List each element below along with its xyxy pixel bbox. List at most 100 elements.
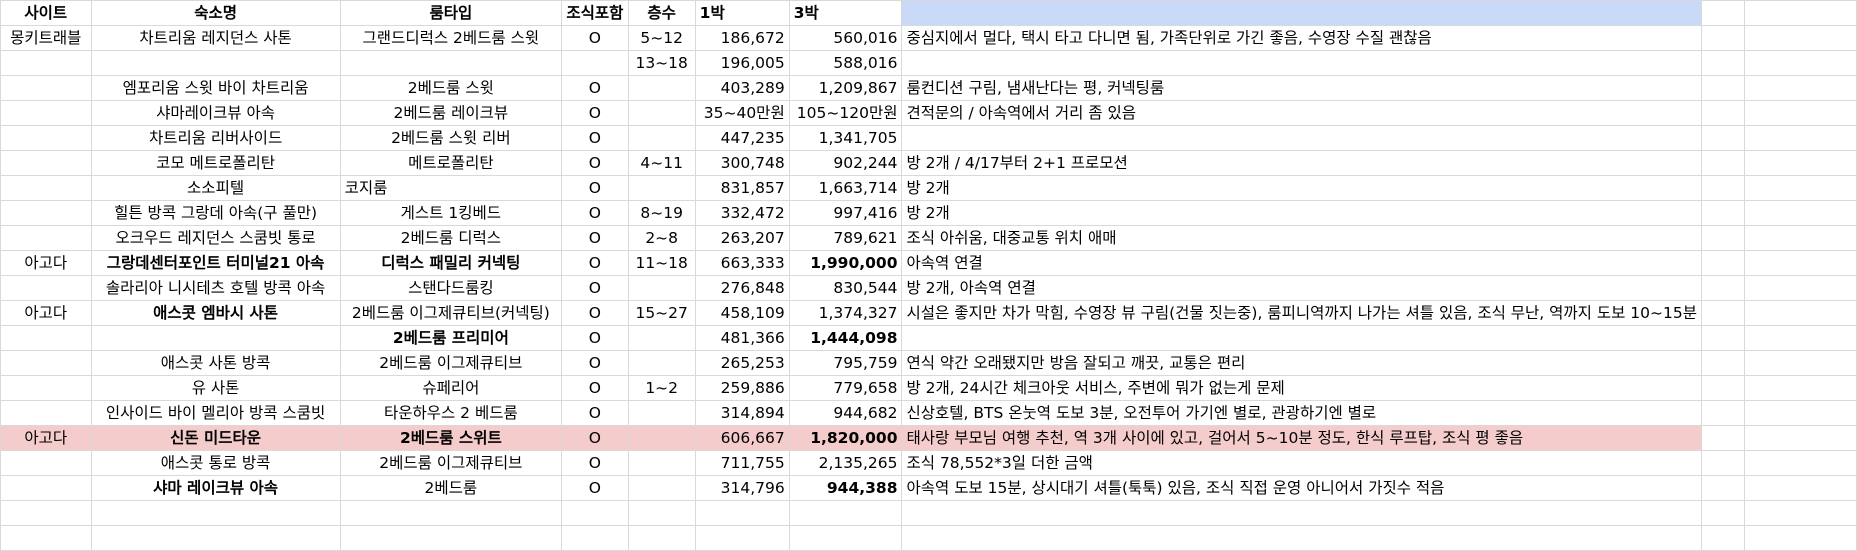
hotel-name-cell[interactable]: 인사이드 바이 멜리아 방콕 스쿰빗 xyxy=(90,400,341,426)
hotel-name-cell[interactable]: 코모 메트로폴리탄 xyxy=(90,150,341,176)
hotel-name-cell[interactable]: 차트리움 레지던스 사톤 xyxy=(90,25,341,51)
empty-cell[interactable] xyxy=(1744,425,1857,451)
note-cell[interactable]: 조식 아쉬움, 대중교통 위치 애매 xyxy=(901,225,1702,251)
room-type-cell[interactable]: 슈페리어 xyxy=(339,375,563,401)
room-type-cell[interactable]: 스탠다드룸킹 xyxy=(339,275,563,301)
empty-cell[interactable] xyxy=(1744,500,1857,526)
empty-cell[interactable] xyxy=(339,500,563,526)
hotel-name-cell[interactable]: 오크우드 레지던스 스쿰빗 통로 xyxy=(90,225,341,251)
price-1night-cell[interactable]: 265,253 xyxy=(694,350,790,376)
empty-cell[interactable] xyxy=(1744,350,1857,376)
floor-cell[interactable] xyxy=(627,125,696,151)
empty-cell[interactable] xyxy=(561,525,629,551)
site-cell[interactable] xyxy=(0,125,92,151)
empty-cell[interactable] xyxy=(1700,325,1746,351)
hotel-name-cell[interactable]: 샤마레이크뷰 아속 xyxy=(90,100,341,126)
empty-cell[interactable] xyxy=(1744,100,1857,126)
price-3night-cell[interactable]: 944,388 xyxy=(788,475,903,501)
price-1night-cell[interactable]: 186,672 xyxy=(694,25,790,51)
empty-cell[interactable] xyxy=(627,525,696,551)
site-cell[interactable] xyxy=(0,75,92,101)
empty-cell[interactable] xyxy=(1744,200,1857,226)
room-type-cell[interactable]: 게스트 1킹베드 xyxy=(339,200,563,226)
site-cell[interactable]: 몽키트래블 xyxy=(0,25,92,51)
price-1night-cell[interactable]: 663,333 xyxy=(694,250,790,276)
floor-cell[interactable] xyxy=(627,350,696,376)
empty-cell[interactable] xyxy=(90,500,341,526)
site-cell[interactable] xyxy=(0,175,92,201)
header-hotel[interactable]: 숙소명 xyxy=(90,0,341,26)
note-cell[interactable] xyxy=(901,125,1702,151)
header-empty-1[interactable] xyxy=(1700,0,1746,26)
note-cell[interactable]: 아속역 도보 15분, 상시대기 셔틀(툭툭) 있음, 조식 직접 운영 아니어… xyxy=(901,475,1702,501)
price-3night-cell[interactable]: 779,658 xyxy=(788,375,903,401)
price-3night-cell[interactable]: 2,135,265 xyxy=(788,450,903,476)
room-type-cell[interactable]: 2베드룸 프리미어 xyxy=(339,325,563,351)
site-cell[interactable]: 아고다 xyxy=(0,300,92,326)
hotel-name-cell[interactable] xyxy=(90,50,341,76)
site-cell[interactable] xyxy=(0,275,92,301)
empty-cell[interactable] xyxy=(1700,175,1746,201)
hotel-name-cell[interactable]: 신돈 미드타운 xyxy=(90,425,341,451)
note-cell[interactable]: 견적문의 / 아속역에서 거리 좀 있음 xyxy=(901,100,1702,126)
price-3night-cell[interactable]: 105~120만원 xyxy=(788,100,903,126)
site-cell[interactable] xyxy=(0,150,92,176)
floor-cell[interactable]: 2~8 xyxy=(627,225,696,251)
price-1night-cell[interactable]: 35~40만원 xyxy=(694,100,790,126)
site-cell[interactable] xyxy=(0,225,92,251)
price-3night-cell[interactable]: 1,990,000 xyxy=(788,250,903,276)
empty-cell[interactable] xyxy=(1744,400,1857,426)
price-1night-cell[interactable]: 403,289 xyxy=(694,75,790,101)
header-breakfast[interactable]: 조식포함 xyxy=(561,0,629,26)
note-cell[interactable]: 방 2개 xyxy=(901,175,1702,201)
header-room[interactable]: 룸타입 xyxy=(339,0,563,26)
price-3night-cell[interactable]: 997,416 xyxy=(788,200,903,226)
empty-cell[interactable] xyxy=(1744,25,1857,51)
note-cell[interactable]: 룸컨디션 구림, 냄새난다는 평, 커넥팅룸 xyxy=(901,75,1702,101)
empty-cell[interactable] xyxy=(1700,25,1746,51)
hotel-name-cell[interactable]: 그랑데센터포인트 터미널21 아속 xyxy=(90,250,341,276)
note-cell[interactable]: 아속역 연결 xyxy=(901,250,1702,276)
breakfast-cell[interactable]: O xyxy=(561,275,629,301)
price-3night-cell[interactable]: 795,759 xyxy=(788,350,903,376)
price-3night-cell[interactable]: 560,016 xyxy=(788,25,903,51)
room-type-cell[interactable]: 디럭스 패밀리 커넥팅 xyxy=(339,250,563,276)
empty-cell[interactable] xyxy=(1744,225,1857,251)
floor-cell[interactable] xyxy=(627,400,696,426)
site-cell[interactable] xyxy=(0,400,92,426)
empty-cell[interactable] xyxy=(901,500,1702,526)
price-3night-cell[interactable]: 1,209,867 xyxy=(788,75,903,101)
price-1night-cell[interactable]: 458,109 xyxy=(694,300,790,326)
breakfast-cell[interactable]: O xyxy=(561,75,629,101)
site-cell[interactable]: 아고다 xyxy=(0,250,92,276)
empty-cell[interactable] xyxy=(1700,450,1746,476)
room-type-cell[interactable]: 타운하우스 2 베드룸 xyxy=(339,400,563,426)
price-3night-cell[interactable]: 1,341,705 xyxy=(788,125,903,151)
price-1night-cell[interactable]: 831,857 xyxy=(694,175,790,201)
header-floor[interactable]: 층수 xyxy=(627,0,696,26)
empty-cell[interactable] xyxy=(1700,400,1746,426)
price-1night-cell[interactable]: 606,667 xyxy=(694,425,790,451)
breakfast-cell[interactable]: O xyxy=(561,100,629,126)
price-3night-cell[interactable]: 789,621 xyxy=(788,225,903,251)
empty-cell[interactable] xyxy=(1700,300,1746,326)
breakfast-cell[interactable]: O xyxy=(561,450,629,476)
price-1night-cell[interactable]: 447,235 xyxy=(694,125,790,151)
room-type-cell[interactable]: 2베드룸 이그제큐티브 xyxy=(339,350,563,376)
site-cell[interactable] xyxy=(0,375,92,401)
breakfast-cell[interactable]: O xyxy=(561,225,629,251)
price-3night-cell[interactable]: 1,820,000 xyxy=(788,425,903,451)
floor-cell[interactable]: 11~18 xyxy=(627,250,696,276)
hotel-name-cell[interactable] xyxy=(90,325,341,351)
price-1night-cell[interactable]: 332,472 xyxy=(694,200,790,226)
note-cell[interactable]: 방 2개 xyxy=(901,200,1702,226)
empty-cell[interactable] xyxy=(1700,150,1746,176)
floor-cell[interactable]: 4~11 xyxy=(627,150,696,176)
empty-cell[interactable] xyxy=(1700,250,1746,276)
room-type-cell[interactable]: 2베드룸 이그제큐티브(커넥팅) xyxy=(339,300,563,326)
note-cell[interactable]: 방 2개, 아속역 연결 xyxy=(901,275,1702,301)
hotel-name-cell[interactable]: 힐튼 방콕 그랑데 아속(구 풀만) xyxy=(90,200,341,226)
empty-cell[interactable] xyxy=(1700,125,1746,151)
price-3night-cell[interactable]: 588,016 xyxy=(788,50,903,76)
floor-cell[interactable] xyxy=(627,100,696,126)
